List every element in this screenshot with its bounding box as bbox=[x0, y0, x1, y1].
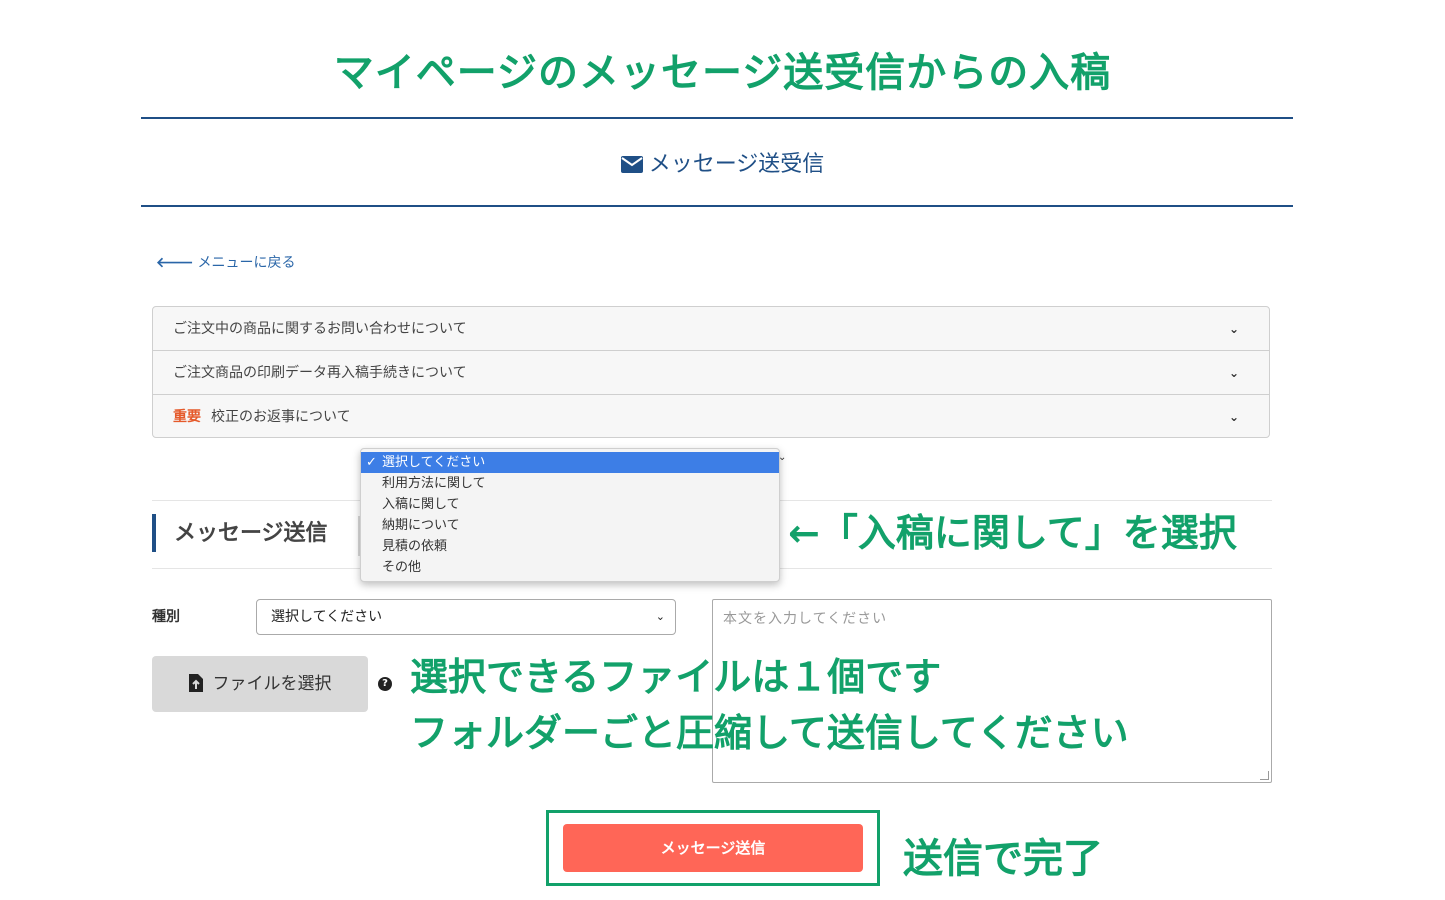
file-upload-icon bbox=[188, 659, 203, 715]
accordion-item-proof-reply[interactable]: 重要 校正のお返事について ⌄ bbox=[153, 395, 1269, 437]
header-divider-bottom bbox=[141, 205, 1293, 207]
accordion-item-resubmit-data[interactable]: ご注文商品の印刷データ再入稿手続きについて ⌄ bbox=[153, 351, 1269, 395]
chevron-down-icon: ⌄ bbox=[1228, 366, 1239, 380]
section-title: メッセージ送信 bbox=[152, 514, 328, 552]
choose-file-label: ファイルを選択 bbox=[212, 674, 332, 694]
faq-accordion: ご注文中の商品に関するお問い合わせについて ⌄ ご注文商品の印刷データ再入稿手続… bbox=[152, 306, 1270, 438]
annotation-file-hint-2: フォルダーごと圧縮して送信してください bbox=[410, 711, 1129, 755]
dropdown-option[interactable]: 入稿に関して bbox=[361, 494, 779, 515]
accordion-item-label: ご注文中の商品に関するお問い合わせについて bbox=[173, 321, 467, 337]
dropdown-option[interactable]: 利用方法に関して bbox=[361, 473, 779, 494]
envelope-icon bbox=[620, 154, 643, 179]
checkmark-icon: ✓ bbox=[366, 455, 377, 470]
header-divider-top bbox=[141, 117, 1293, 119]
chevron-down-icon: ⌄ bbox=[1228, 322, 1239, 336]
accordion-item-label: ご注文商品の印刷データ再入稿手続きについて bbox=[173, 365, 467, 381]
accordion-item-label: 校正のお返事について bbox=[211, 409, 351, 425]
annotation-file-hint-1: 選択できるファイルは１個です bbox=[410, 655, 942, 699]
back-to-menu-link[interactable]: 🡐 メニューに戻る bbox=[156, 252, 296, 272]
kind-dropdown-list[interactable]: ✓ 選択してください 利用方法に関して 入稿に関して 納期について 見積の依頼 そ… bbox=[360, 448, 780, 582]
important-badge: 重要 bbox=[173, 409, 201, 425]
dropdown-option[interactable]: その他 bbox=[361, 557, 779, 578]
chevron-down-icon: ⌄ bbox=[655, 610, 665, 623]
dropdown-option[interactable]: 納期について bbox=[361, 515, 779, 536]
help-icon[interactable]: ? bbox=[378, 677, 392, 691]
chevron-down-icon: ⌄ bbox=[1228, 410, 1239, 424]
arrow-left-icon: 🡐 bbox=[156, 255, 194, 271]
send-message-button[interactable]: メッセージ送信 bbox=[563, 824, 863, 872]
kind-select[interactable]: 選択してください ⌄ bbox=[256, 599, 676, 635]
page-header: メッセージ送受信 bbox=[0, 146, 1445, 179]
annotation-select-hint: ←「入稿に関して」を選択 bbox=[788, 511, 1237, 555]
choose-file-button[interactable]: ファイルを選択 bbox=[152, 656, 368, 712]
dropdown-option[interactable]: 見積の依頼 bbox=[361, 536, 779, 557]
accordion-item-order-inquiry[interactable]: ご注文中の商品に関するお問い合わせについて ⌄ bbox=[153, 307, 1269, 351]
resize-handle-icon[interactable] bbox=[1260, 771, 1269, 780]
back-link-label: メニューに戻る bbox=[197, 255, 296, 271]
page-title: メッセージ送受信 bbox=[648, 152, 825, 177]
kind-label: 種別 bbox=[152, 609, 180, 625]
annotation-done-hint: 送信で完了 bbox=[903, 836, 1103, 882]
dropdown-option[interactable]: ✓ 選択してください bbox=[361, 452, 779, 473]
message-body-placeholder: 本文を入力してください bbox=[723, 611, 888, 627]
annotation-title: マイページのメッセージ送受信からの入稿 bbox=[333, 50, 1112, 96]
kind-select-value: 選択してください bbox=[271, 609, 383, 625]
chevron-down-icon: ⌄ bbox=[778, 452, 787, 463]
